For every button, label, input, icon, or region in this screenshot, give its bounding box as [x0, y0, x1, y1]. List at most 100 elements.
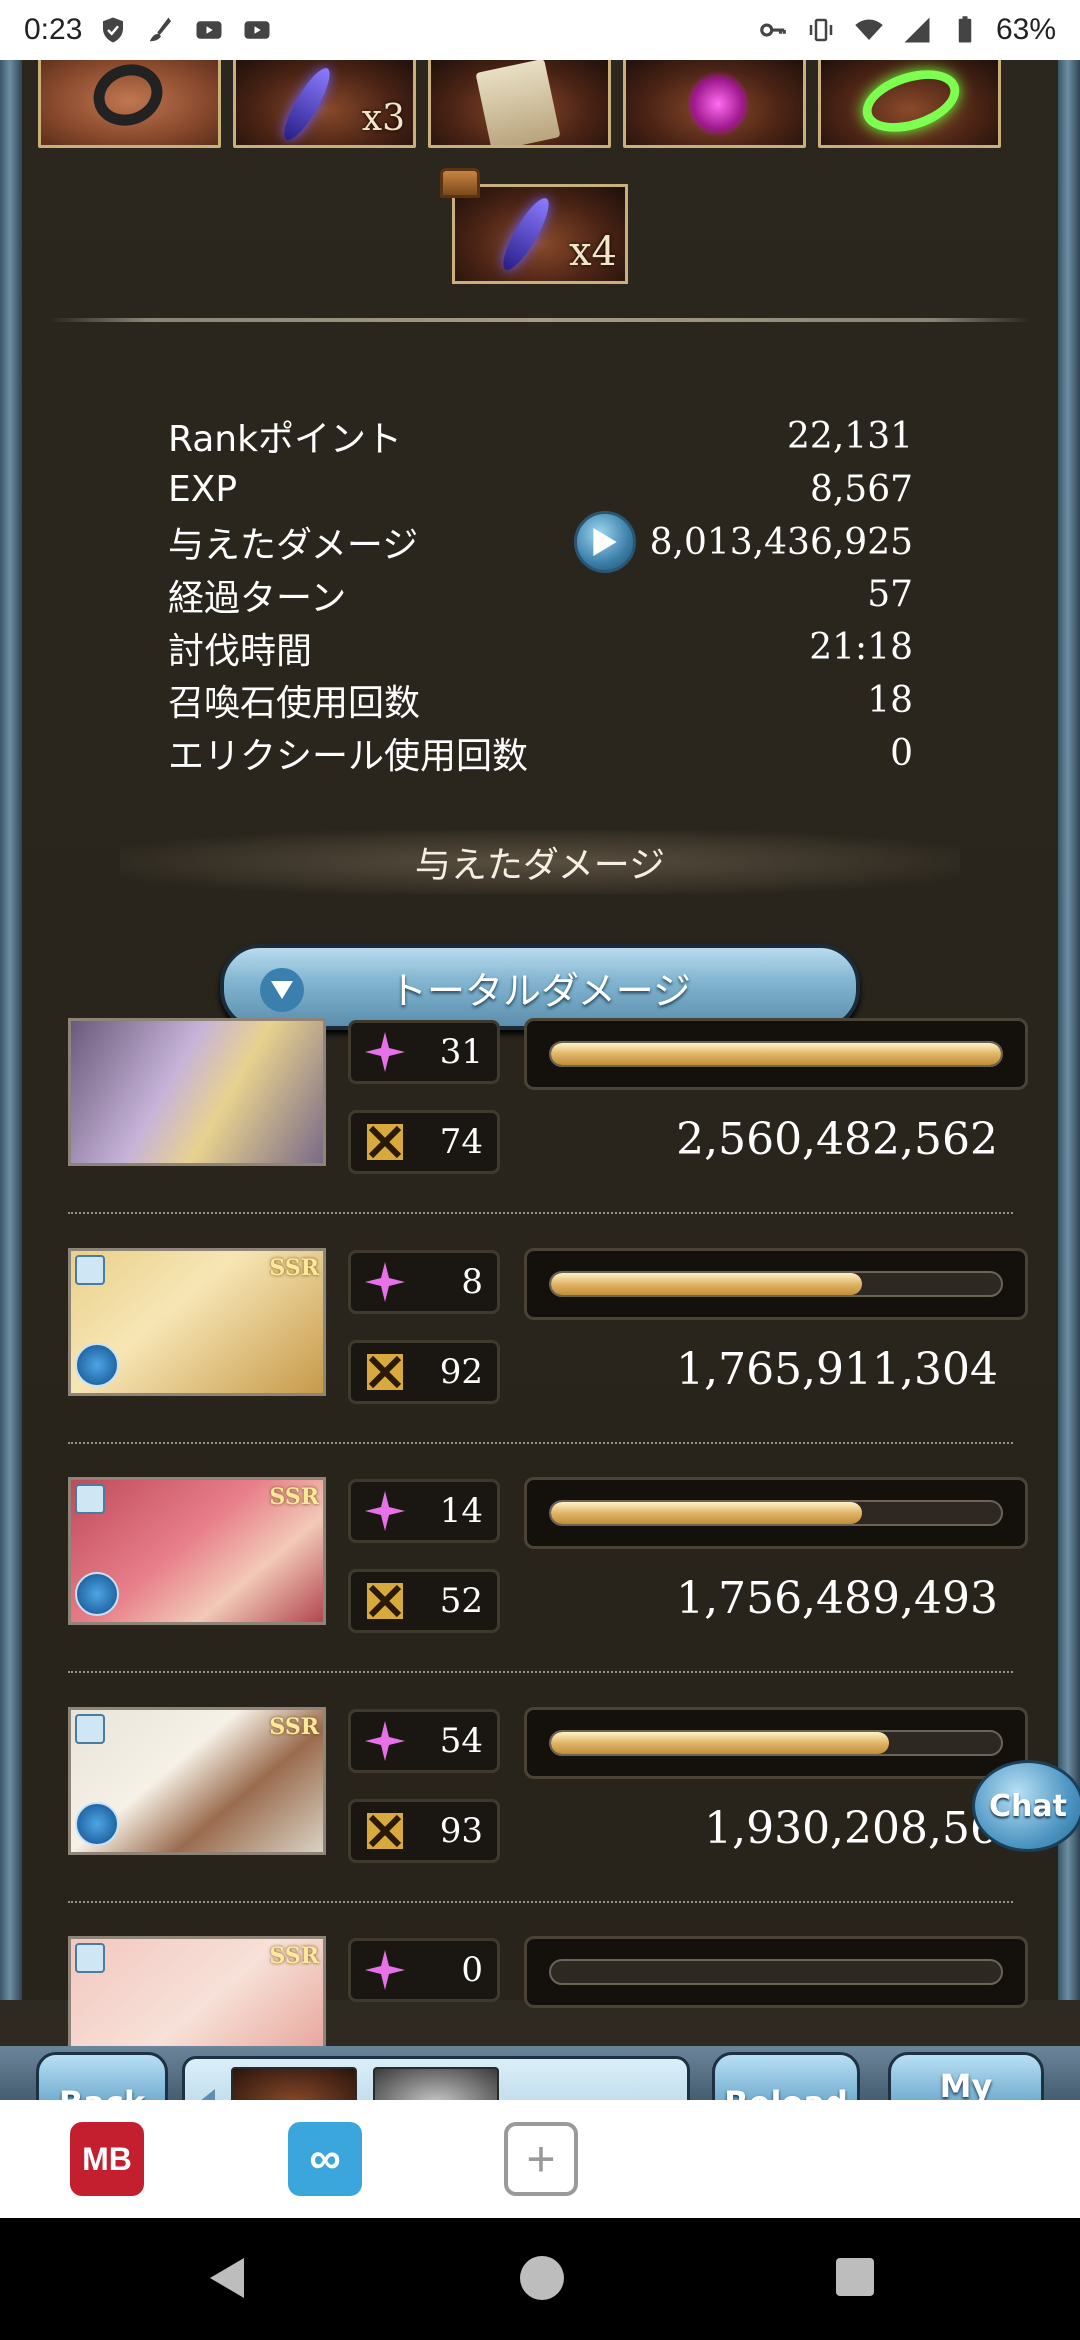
attack-count-box: 52 [348, 1569, 500, 1633]
water-element-icon [75, 1343, 119, 1387]
ssr-badge: SSR [269, 1943, 319, 1969]
reward-count: x3 [361, 98, 405, 139]
row-separator [68, 1671, 1013, 1673]
infinity-label: ∞ [309, 2134, 341, 2183]
attack-count: 52 [439, 1581, 483, 1621]
stat-value: 8,567 [809, 468, 913, 510]
ring-badge-icon [75, 1255, 105, 1285]
crossed-swords-icon [367, 1354, 403, 1390]
reward-item-halo[interactable] [818, 60, 1001, 148]
character-portrait[interactable]: SSR [68, 1707, 326, 1855]
recents-square-icon[interactable] [836, 2258, 874, 2296]
reward-items: x3 [38, 60, 1001, 154]
stat-row: 与えたダメージ 8,013,436,925 [168, 511, 913, 573]
character-portrait[interactable]: SSR [68, 1477, 326, 1625]
reward-item-flame[interactable] [623, 60, 806, 148]
damage-bar-fill [551, 1732, 889, 1754]
broom-icon [150, 17, 172, 42]
battery-percent: 63% [995, 13, 1056, 46]
damage-bar-track [549, 1041, 1003, 1067]
damage-bar-track [549, 1959, 1003, 1985]
crossed-swords-icon [367, 1813, 403, 1849]
reward-item-ring[interactable] [38, 60, 221, 148]
skill-count-box: 54 [348, 1709, 500, 1773]
attack-count-box: 92 [348, 1340, 500, 1404]
youtube-icon-2 [244, 21, 270, 39]
damage-value: 2,560,482,562 [676, 1114, 998, 1165]
skill-count: 14 [439, 1491, 483, 1531]
stat-label: エリクシール使用回数 [168, 736, 529, 778]
damage-value: 1,756,489,493 [676, 1573, 998, 1624]
chat-label: Chat [989, 1788, 1067, 1824]
ring-icon [84, 60, 172, 136]
skill-count-box: 31 [348, 1020, 500, 1084]
app-bar: MB ∞ + [0, 2100, 1080, 2218]
divider [50, 318, 1030, 322]
skill-count-box: 14 [348, 1479, 500, 1543]
reward-item-scroll[interactable] [428, 60, 611, 148]
back-triangle-icon[interactable] [210, 2258, 244, 2298]
row-separator [68, 1901, 1013, 1903]
signal-icon [904, 17, 930, 43]
quick-item[interactable]: 958 [373, 2067, 499, 2100]
ssr-badge: SSR [269, 1255, 319, 1281]
status-bar: 0:23 63% [0, 0, 1080, 60]
back-button[interactable]: Back [36, 2052, 168, 2100]
stat-value: 57 [867, 574, 913, 616]
section-title: 与えたダメージ [414, 845, 666, 886]
mypage-label: Mypage [921, 2069, 1010, 2100]
game-nav-bar: Back 52 958 Reload Mypage [0, 2046, 1080, 2100]
skill-count: 54 [439, 1721, 483, 1761]
character-portrait[interactable] [68, 1018, 326, 1166]
stat-label: 与えたダメージ [168, 524, 419, 566]
damage-row: SSR 54 93 1,930,208,56 [68, 1707, 1028, 1937]
scroll-left-icon[interactable] [195, 2089, 215, 2100]
stat-label: 討伐時間 [168, 630, 313, 672]
stat-value: 0 [890, 732, 913, 774]
mb-app-icon[interactable]: MB [70, 2122, 144, 2196]
back-label: Back [59, 2086, 145, 2100]
damage-bar-track [549, 1730, 1003, 1756]
stat-label: 召喚石使用回数 [168, 683, 421, 725]
skill-count: 31 [439, 1032, 483, 1072]
attack-count: 92 [439, 1352, 483, 1392]
row-separator [68, 1212, 1013, 1214]
add-app-icon[interactable]: + [504, 2122, 578, 2196]
damage-row: SSR 8 92 1,765,911,304 [68, 1248, 1028, 1478]
reward-item-feather[interactable]: x3 [233, 60, 416, 148]
ssr-badge: SSR [269, 1484, 319, 1510]
system-nav-bar [0, 2218, 1080, 2340]
quick-item[interactable]: 52 [231, 2067, 357, 2100]
key-icon [760, 23, 786, 37]
attack-count: 74 [439, 1122, 483, 1162]
vibrate-icon [809, 18, 833, 42]
treasure-item[interactable]: x4 [452, 184, 628, 284]
damage-bar [524, 1248, 1028, 1320]
battle-stats: Rankポイント 22,131 EXP 8,567 与えたダメージ 8,013,43… [168, 410, 913, 780]
stat-row: 召喚石使用回数 18 [168, 674, 913, 727]
crossed-swords-icon [367, 1583, 403, 1619]
stat-row: 討伐時間 21:18 [168, 621, 913, 674]
mb-label: MB [82, 2140, 132, 2177]
row-separator [68, 1442, 1013, 1444]
damage-bar [524, 1936, 1028, 2008]
reload-label: Reload [724, 2086, 848, 2100]
damage-detail-button[interactable] [573, 511, 636, 573]
flame-icon [688, 71, 748, 137]
mypage-button[interactable]: Mypage [888, 2052, 1044, 2100]
youtube-icon [196, 21, 222, 39]
infinity-app-icon[interactable]: ∞ [288, 2122, 362, 2196]
game-view: x3 x4 Rankポイント 22,131 EXP 8,567 与えたダメージ 8,… [0, 60, 1080, 2100]
stat-row: エリクシール使用回数 0 [168, 727, 913, 780]
attack-count-box: 74 [348, 1110, 500, 1174]
treasure-count: x4 [568, 229, 617, 275]
add-label: + [526, 2131, 556, 2187]
character-portrait[interactable]: SSR [68, 1248, 326, 1396]
sparkle-icon [365, 1032, 405, 1072]
reload-button[interactable]: Reload [712, 2052, 860, 2100]
stat-value-wrap: 8,013,436,925 [573, 511, 913, 573]
feather-icon [276, 62, 338, 145]
chat-button[interactable]: Chat [972, 1760, 1080, 1852]
damage-bar-track [549, 1271, 1003, 1297]
home-circle-icon[interactable] [520, 2256, 564, 2300]
